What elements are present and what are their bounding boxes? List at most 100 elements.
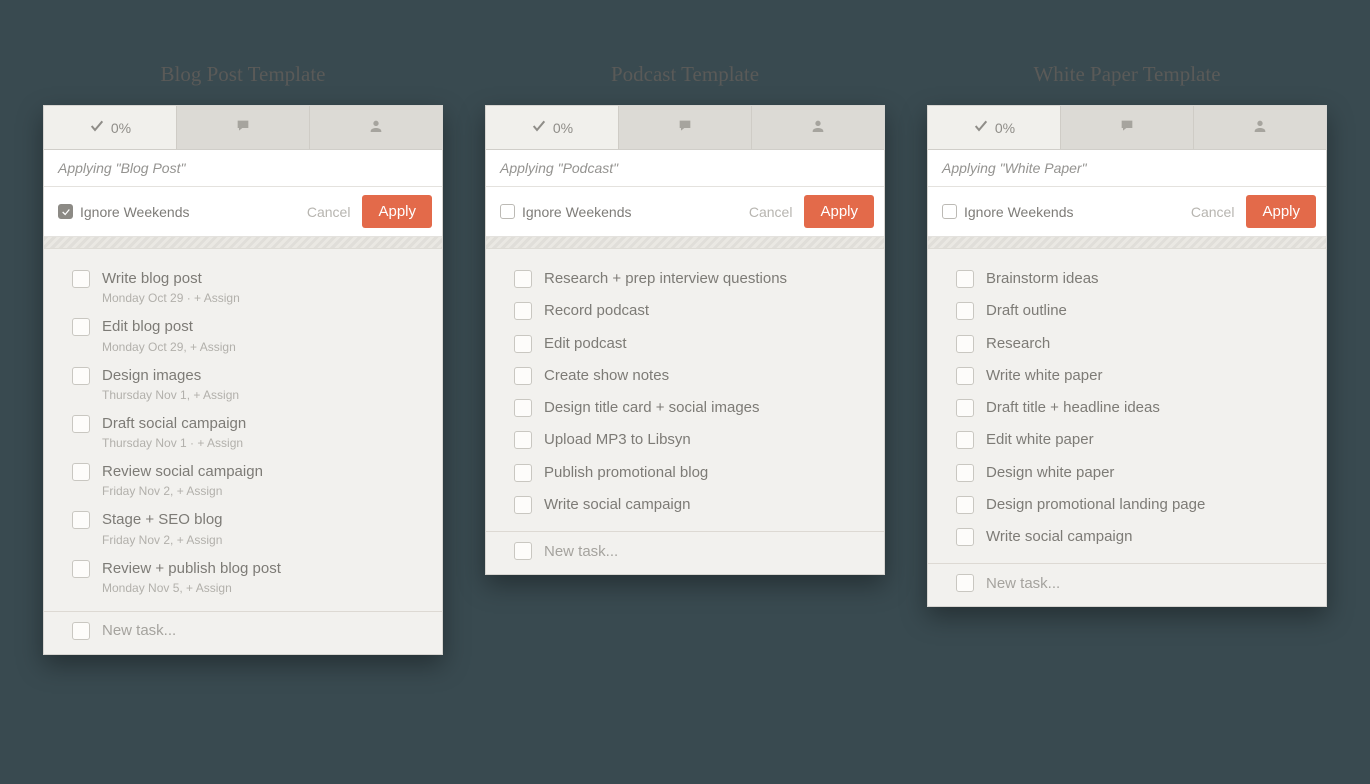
task-checkbox[interactable]	[956, 270, 974, 288]
task-item: Stage + SEO blog Friday Nov 2, + Assign	[44, 504, 442, 552]
task-checkbox[interactable]	[956, 302, 974, 320]
task-checkbox[interactable]	[72, 270, 90, 288]
task-checkbox[interactable]	[514, 335, 532, 353]
task-checkbox[interactable]	[514, 496, 532, 514]
task-checkbox[interactable]	[514, 399, 532, 417]
task-checkbox[interactable]	[72, 415, 90, 433]
apply-button[interactable]: Apply	[1246, 195, 1316, 228]
task-item: Draft title + headline ideas	[928, 392, 1326, 424]
applying-label: Applying "Podcast"	[486, 150, 884, 187]
task-title[interactable]: Research	[986, 334, 1050, 354]
panel-title: White Paper Template	[1033, 62, 1220, 87]
ignore-weekends-checkbox[interactable]	[942, 204, 957, 219]
task-title[interactable]: Write white paper	[986, 366, 1102, 386]
new-task-checkbox[interactable]	[956, 574, 974, 592]
task-meta[interactable]: Thursday Nov 1 · + Assign	[102, 436, 246, 450]
task-checkbox[interactable]	[514, 464, 532, 482]
cancel-button[interactable]: Cancel	[749, 204, 793, 220]
task-checkbox[interactable]	[72, 318, 90, 336]
task-checkbox[interactable]	[956, 496, 974, 514]
tab-people[interactable]	[752, 106, 884, 149]
task-title[interactable]: Write blog post	[102, 269, 240, 289]
task-meta[interactable]: Monday Oct 29, + Assign	[102, 340, 236, 354]
task-item: Edit white paper	[928, 424, 1326, 456]
task-title[interactable]: Record podcast	[544, 301, 649, 321]
task-checkbox[interactable]	[72, 511, 90, 529]
cancel-button[interactable]: Cancel	[307, 204, 351, 220]
task-title[interactable]: Research + prep interview questions	[544, 269, 787, 289]
tab-people[interactable]	[1194, 106, 1326, 149]
task-meta[interactable]: Thursday Nov 1, + Assign	[102, 388, 239, 402]
task-text: Edit podcast	[544, 334, 627, 354]
task-title[interactable]: Design white paper	[986, 463, 1114, 483]
cancel-button[interactable]: Cancel	[1191, 204, 1235, 220]
apply-button[interactable]: Apply	[362, 195, 432, 228]
new-task-checkbox[interactable]	[514, 542, 532, 560]
task-item: Edit podcast	[486, 328, 884, 360]
speech-icon	[1119, 118, 1135, 137]
tab-progress[interactable]: 0%	[44, 106, 177, 149]
task-list: Research + prep interview questions Recor…	[486, 249, 884, 521]
task-item: Edit blog post Monday Oct 29, + Assign	[44, 311, 442, 359]
task-title[interactable]: Stage + SEO blog	[102, 510, 223, 530]
task-item: Write blog post Monday Oct 29 · + Assign	[44, 263, 442, 311]
task-title[interactable]: Publish promotional blog	[544, 463, 708, 483]
task-title[interactable]: Write social campaign	[544, 495, 690, 515]
person-icon	[1252, 118, 1268, 137]
tab-progress[interactable]: 0%	[486, 106, 619, 149]
task-title[interactable]: Design images	[102, 366, 239, 386]
task-meta[interactable]: Monday Oct 29 · + Assign	[102, 291, 240, 305]
new-task-checkbox[interactable]	[72, 622, 90, 640]
task-checkbox[interactable]	[514, 270, 532, 288]
divider-hatch	[486, 237, 884, 249]
task-title[interactable]: Create show notes	[544, 366, 669, 386]
task-meta[interactable]: Monday Nov 5, + Assign	[102, 581, 281, 595]
task-title[interactable]: Edit podcast	[544, 334, 627, 354]
task-title[interactable]: Review social campaign	[102, 462, 263, 482]
new-task-label[interactable]: New task...	[544, 543, 618, 560]
task-item: Review social campaign Friday Nov 2, + As…	[44, 456, 442, 504]
task-checkbox[interactable]	[514, 431, 532, 449]
task-title[interactable]: Brainstorm ideas	[986, 269, 1099, 289]
task-checkbox[interactable]	[956, 431, 974, 449]
task-checkbox[interactable]	[956, 335, 974, 353]
task-title[interactable]: Edit blog post	[102, 317, 236, 337]
ignore-weekends-checkbox[interactable]	[500, 204, 515, 219]
task-title[interactable]: Design title card + social images	[544, 398, 760, 418]
task-title[interactable]: Draft social campaign	[102, 414, 246, 434]
tab-comments[interactable]	[619, 106, 752, 149]
task-title[interactable]: Upload MP3 to Libsyn	[544, 430, 691, 450]
task-checkbox[interactable]	[72, 560, 90, 578]
new-task-row[interactable]: New task...	[928, 563, 1326, 606]
task-checkbox[interactable]	[956, 399, 974, 417]
tab-comments[interactable]	[177, 106, 310, 149]
tab-progress[interactable]: 0%	[928, 106, 1061, 149]
new-task-row[interactable]: New task...	[486, 531, 884, 574]
task-text: Design white paper	[986, 463, 1114, 483]
task-checkbox[interactable]	[72, 463, 90, 481]
task-meta[interactable]: Friday Nov 2, + Assign	[102, 533, 223, 547]
new-task-row[interactable]: New task...	[44, 611, 442, 654]
new-task-label[interactable]: New task...	[986, 575, 1060, 592]
task-checkbox[interactable]	[72, 367, 90, 385]
tab-people[interactable]	[310, 106, 442, 149]
task-checkbox[interactable]	[956, 367, 974, 385]
task-title[interactable]: Draft outline	[986, 301, 1067, 321]
task-checkbox[interactable]	[956, 464, 974, 482]
tabs: 0%	[928, 106, 1326, 150]
task-title[interactable]: Review + publish blog post	[102, 559, 281, 579]
task-checkbox[interactable]	[956, 528, 974, 546]
ignore-weekends-checkbox[interactable]	[58, 204, 73, 219]
task-title[interactable]: Design promotional landing page	[986, 495, 1205, 515]
task-text: Create show notes	[544, 366, 669, 386]
task-title[interactable]: Draft title + headline ideas	[986, 398, 1160, 418]
task-text: Publish promotional blog	[544, 463, 708, 483]
task-checkbox[interactable]	[514, 302, 532, 320]
task-title[interactable]: Write social campaign	[986, 527, 1132, 547]
new-task-label[interactable]: New task...	[102, 622, 176, 639]
task-checkbox[interactable]	[514, 367, 532, 385]
task-title[interactable]: Edit white paper	[986, 430, 1094, 450]
apply-button[interactable]: Apply	[804, 195, 874, 228]
task-meta[interactable]: Friday Nov 2, + Assign	[102, 484, 263, 498]
tab-comments[interactable]	[1061, 106, 1194, 149]
